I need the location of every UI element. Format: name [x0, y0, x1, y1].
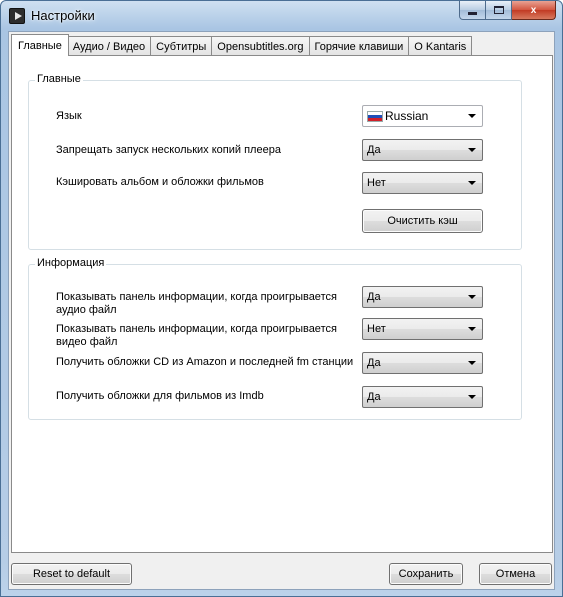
- audio-panel-select[interactable]: Да: [362, 286, 483, 308]
- cd-covers-select[interactable]: Да: [362, 352, 483, 374]
- tab-panel-general: Главные Язык Russian Запрещать запуск не…: [11, 55, 553, 553]
- cache-covers-value: Нет: [367, 177, 386, 189]
- app-play-icon: [9, 8, 25, 24]
- maximize-icon: [493, 6, 504, 14]
- cd-covers-value: Да: [367, 357, 381, 369]
- general-group-title: Главные: [35, 73, 83, 85]
- single-instance-label: Запрещать запуск нескольких копий плеера: [56, 144, 281, 156]
- video-panel-value: Нет: [367, 323, 386, 335]
- video-panel-label-line2: видео файл: [56, 336, 118, 348]
- imdb-covers-label: Получить обложки для фильмов из Imdb: [56, 390, 264, 402]
- tab-audio-video[interactable]: Аудио / Видео: [67, 36, 152, 56]
- chevron-down-icon: [468, 295, 476, 299]
- cd-covers-label: Получить обложки CD из Amazon и последне…: [56, 356, 354, 368]
- language-label: Язык: [56, 110, 82, 122]
- dialog-client: Главные Аудио / Видео Субтитры Opensubti…: [8, 31, 555, 590]
- audio-panel-label-line1: Показывать панель информации, когда прои…: [56, 291, 337, 303]
- tab-subtitles[interactable]: Субтитры: [151, 36, 213, 56]
- audio-panel-value: Да: [367, 291, 381, 303]
- close-button[interactable]: x: [512, 1, 556, 20]
- cancel-button[interactable]: Отмена: [479, 563, 552, 585]
- tab-strip: Главные Аудио / Видео Субтитры Opensubti…: [11, 34, 473, 56]
- settings-window: Настройки x Главные Аудио / Видео Субтит…: [0, 0, 563, 597]
- chevron-down-icon: [468, 114, 476, 118]
- info-group: Информация Показывать панель информации,…: [28, 257, 522, 420]
- single-instance-select[interactable]: Да: [362, 139, 483, 161]
- save-button[interactable]: Сохранить: [389, 563, 463, 585]
- cache-covers-label: Кэшировать альбом и обложки фильмов: [56, 176, 264, 188]
- language-select[interactable]: Russian: [362, 105, 483, 127]
- clear-cache-button[interactable]: Очистить кэш: [362, 209, 483, 233]
- imdb-covers-value: Да: [367, 391, 381, 403]
- imdb-covers-select[interactable]: Да: [362, 386, 483, 408]
- tab-about[interactable]: О Kantaris: [409, 36, 473, 56]
- minimize-icon: [468, 11, 477, 15]
- chevron-down-icon: [468, 327, 476, 331]
- title-bar[interactable]: Настройки x: [1, 1, 562, 31]
- tab-opensubtitles[interactable]: Opensubtitles.org: [212, 36, 310, 56]
- chevron-down-icon: [468, 395, 476, 399]
- info-group-title: Информация: [35, 257, 107, 269]
- general-group: Главные Язык Russian Запрещать запуск не…: [28, 73, 522, 250]
- russia-flag-icon: [367, 110, 383, 122]
- tab-hotkeys[interactable]: Горячие клавиши: [309, 36, 410, 56]
- chevron-down-icon: [468, 181, 476, 185]
- language-value: Russian: [385, 109, 429, 123]
- close-icon: x: [530, 4, 537, 16]
- window-title: Настройки: [31, 8, 95, 23]
- single-instance-value: Да: [367, 144, 381, 156]
- audio-panel-label-line2: аудио файл: [56, 304, 117, 316]
- video-panel-label-line1: Показывать панель информации, когда прои…: [56, 323, 337, 335]
- chevron-down-icon: [468, 361, 476, 365]
- reset-to-default-button[interactable]: Reset to default: [11, 563, 132, 585]
- chevron-down-icon: [468, 148, 476, 152]
- cache-covers-select[interactable]: Нет: [362, 172, 483, 194]
- minimize-button[interactable]: [459, 1, 486, 20]
- maximize-button[interactable]: [486, 1, 512, 20]
- window-controls: x: [459, 1, 556, 21]
- tab-general[interactable]: Главные: [11, 34, 69, 56]
- video-panel-select[interactable]: Нет: [362, 318, 483, 340]
